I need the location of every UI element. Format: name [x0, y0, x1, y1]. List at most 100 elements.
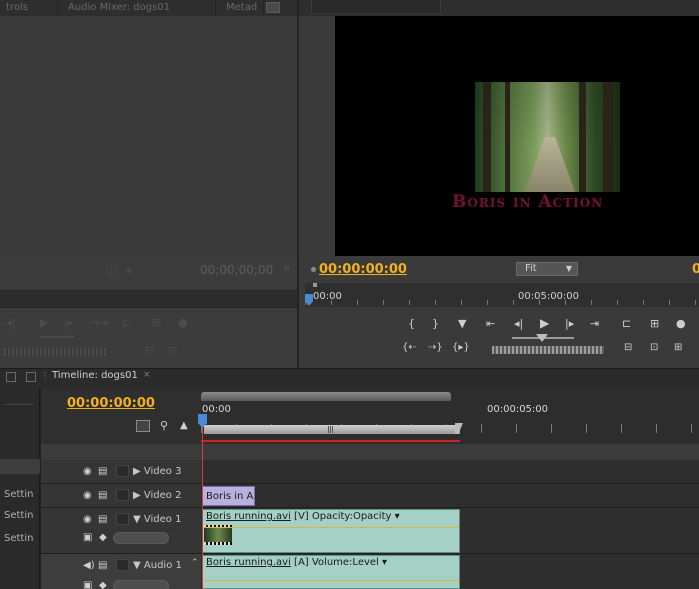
panel-grip-icon[interactable]	[26, 372, 36, 382]
panel-menu-icon[interactable]	[266, 2, 280, 13]
clip-effect-label[interactable]: [V] Opacity:Opacity ▾	[291, 511, 400, 522]
keyframe-icon[interactable]: ◆	[99, 532, 107, 543]
track-name: Video 3	[143, 466, 182, 477]
snap-icon[interactable]	[136, 420, 150, 432]
play-in-to-out-icon[interactable]: {▸}	[452, 342, 470, 354]
track-lane[interactable]	[201, 460, 699, 483]
export-frame-icon[interactable]: ●	[178, 316, 188, 329]
waveform-icon[interactable]: ▤	[98, 560, 107, 571]
mark-in-icon[interactable]: {	[408, 318, 415, 330]
track-lock-toggle[interactable]	[116, 465, 129, 477]
film-icon[interactable]: ▤	[98, 514, 107, 525]
display-style-icon[interactable]: ▣	[83, 532, 92, 543]
source-timecode[interactable]: 00;00;00;00	[200, 263, 273, 277]
play-icon[interactable]: ▶	[540, 317, 549, 329]
go-to-in-icon[interactable]: {⇠	[402, 342, 417, 354]
title-clip[interactable]: Boris in A	[202, 486, 255, 506]
tab-timeline[interactable]: Timeline: dogs01	[52, 370, 138, 381]
mark-out-icon[interactable]: }	[432, 318, 439, 330]
film-icon[interactable]: ▤	[98, 490, 107, 501]
opacity-rubberband[interactable]	[203, 527, 459, 528]
timecode-toggle-icon[interactable]: ⌗	[284, 263, 290, 274]
volume-rubberband[interactable]	[203, 580, 459, 581]
step-back-icon[interactable]: ◂|	[514, 318, 523, 330]
video-clip[interactable]: Boris running.avi [V] Opacity:Opacity ▾	[202, 509, 460, 553]
source-time-ruler[interactable]	[0, 290, 297, 308]
audio-speaker-icon[interactable]: ◂	[125, 263, 131, 277]
set-marker-icon[interactable]: ⚲	[160, 419, 168, 432]
tree-trunk	[483, 82, 491, 192]
track-label[interactable]: ▼ Audio 1	[133, 560, 182, 571]
lift-icon[interactable]: ⊏	[622, 318, 631, 330]
track-label[interactable]: ▶ Video 2	[133, 490, 181, 501]
panel-menu-icon[interactable]	[6, 372, 16, 382]
collapse-expand-icon[interactable]: ▶	[133, 466, 141, 477]
multicam-icon[interactable]: ⊡	[650, 342, 658, 354]
eye-icon[interactable]: ◉	[83, 490, 92, 501]
program-timecode[interactable]: 00:00:00:00	[319, 262, 407, 277]
go-to-next-edit-icon[interactable]: ⇥	[590, 318, 599, 330]
program-time-ruler[interactable]	[305, 283, 699, 307]
timeline-timecode[interactable]: 00:00:00:00	[67, 396, 155, 411]
clip-effect-label[interactable]: [A] Volume:Level ▾	[291, 557, 387, 568]
tab-program[interactable]	[311, 0, 441, 14]
audio-clip[interactable]: Boris running.avi [A] Volume:Level ▾	[202, 555, 460, 589]
jog-dial[interactable]	[492, 346, 604, 354]
export-frame-icon[interactable]: ●	[676, 318, 686, 330]
step-forward-icon[interactable]: |▸	[565, 318, 574, 330]
track-label[interactable]: ▶ Video 3	[133, 466, 181, 477]
extract-icon[interactable]: ⊡	[168, 344, 177, 357]
work-area-grip-icon[interactable]	[328, 426, 334, 433]
side-panel-item[interactable]: Settin	[4, 533, 33, 544]
eye-icon[interactable]: ◉	[83, 514, 92, 525]
shuttle-slider[interactable]	[40, 336, 74, 338]
display-style-icon[interactable]: ▣	[83, 580, 92, 589]
tab-audio-mixer[interactable]: Audio Mixer: dogs01	[58, 0, 216, 16]
track-lane[interactable]: Boris running.avi [A] Volume:Level ▾	[201, 554, 699, 589]
side-panel-item[interactable]: Settin	[4, 510, 33, 521]
zoom-fit-select[interactable]: Fit ▼	[516, 262, 578, 276]
ruler-zoom-handle[interactable]	[313, 283, 317, 287]
track-label[interactable]: ▼ Video 1	[133, 514, 181, 525]
zoom-scroll-bar[interactable]	[201, 392, 451, 401]
track-video-3: ◉ ▤ ▶ Video 3	[41, 460, 699, 484]
extract-icon[interactable]: ⊞	[650, 318, 659, 330]
eye-icon[interactable]: ◉	[83, 466, 92, 477]
output-icon[interactable]: ⊞	[674, 342, 682, 354]
jog-dial[interactable]	[4, 348, 108, 356]
track-lock-toggle[interactable]	[116, 513, 129, 525]
collapse-expand-icon[interactable]: ▶	[133, 490, 141, 501]
track-lane[interactable]: Boris in A	[201, 484, 699, 507]
step-back-icon[interactable]: ◂|	[6, 316, 15, 329]
go-to-previous-edit-icon[interactable]: ⇤	[486, 318, 495, 330]
step-forward-icon[interactable]: |▸	[64, 316, 73, 329]
trim-monitor-icon[interactable]: ⊟	[624, 342, 632, 354]
tab-effect-controls[interactable]: trols	[0, 0, 58, 16]
set-marker-icon[interactable]: ▼	[458, 318, 466, 330]
close-icon[interactable]: ×	[143, 370, 151, 380]
collapse-expand-icon[interactable]: ▼	[133, 514, 141, 525]
add-marker-icon[interactable]: ▲	[180, 420, 188, 431]
insert-icon[interactable]: ⊏	[122, 316, 131, 329]
keyframe-navigator[interactable]	[113, 580, 169, 589]
track-lock-toggle[interactable]	[116, 559, 129, 571]
track-header: ◉ ▤ ▶ Video 3	[41, 460, 201, 483]
tree-trunk	[603, 82, 613, 192]
track-header: ◉ ▤ ▶ Video 2	[41, 484, 201, 507]
safe-margins-icon[interactable]: ◫	[106, 263, 117, 277]
go-to-out-icon[interactable]: ⇢}	[428, 342, 443, 354]
video-title-overlay: Boris in Action	[452, 192, 604, 212]
keyframe-navigator[interactable]	[113, 532, 169, 544]
go-to-out-icon[interactable]: →⇥	[90, 316, 108, 329]
lift-icon[interactable]: ⊟	[145, 344, 154, 357]
keyframe-icon[interactable]: ◆	[99, 580, 107, 589]
film-icon[interactable]: ▤	[98, 466, 107, 477]
track-lane[interactable]: Boris running.avi [V] Opacity:Opacity ▾	[201, 508, 699, 553]
collapse-expand-icon[interactable]: ▼	[133, 560, 141, 571]
track-lock-toggle[interactable]	[116, 489, 129, 501]
play-icon[interactable]: ▶	[40, 316, 48, 329]
overlay-icon[interactable]: ⊞	[152, 316, 161, 329]
speaker-icon[interactable]: ◀)	[83, 560, 95, 571]
side-panel-item[interactable]: Settin	[4, 489, 33, 500]
tab-metadata[interactable]: Metad	[216, 0, 264, 16]
